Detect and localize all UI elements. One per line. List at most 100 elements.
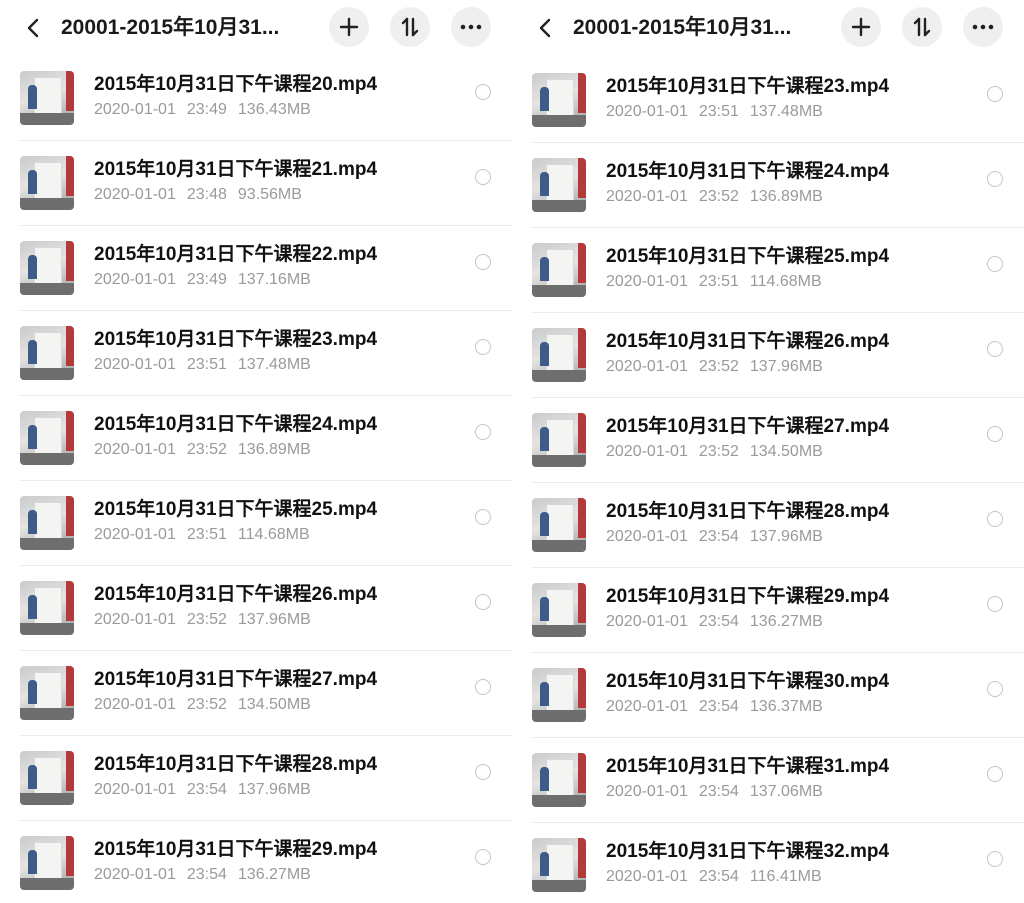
file-name: 2015年10月31日下午课程30.mp4: [606, 671, 890, 692]
thumbnail-audience: [532, 795, 586, 807]
file-list-item[interactable]: 2015年10月31日下午课程29.mp4 2020-01-01 23:54 136.…: [512, 568, 1024, 653]
file-list-item[interactable]: 2015年10月31日下午课程24.mp4 2020-01-01 23:52 136.…: [0, 396, 512, 481]
file-name: 2015年10月31日下午课程23.mp4: [606, 76, 890, 97]
thumbnail-presenter: [28, 255, 37, 279]
video-thumbnail: [532, 328, 586, 382]
file-list-item[interactable]: 2015年10月31日下午课程25.mp4 2020-01-01 23:51 114.…: [512, 228, 1024, 313]
radio-circle-icon[interactable]: [475, 339, 491, 355]
radio-circle-icon[interactable]: [987, 171, 1003, 187]
thumbnail-whiteboard: [546, 759, 574, 797]
radio-circle-icon[interactable]: [987, 851, 1003, 867]
file-list-item[interactable]: 2015年10月31日下午课程20.mp4 2020-01-01 23:49 136.…: [0, 56, 512, 141]
radio-circle-icon[interactable]: [475, 424, 491, 440]
thumbnail-presenter: [28, 680, 37, 704]
add-button[interactable]: [841, 7, 881, 47]
thumbnail-whiteboard: [546, 79, 574, 117]
file-time: 23:51: [698, 103, 739, 120]
radio-circle-icon[interactable]: [475, 84, 491, 100]
file-size: 136.37MB: [749, 698, 823, 715]
radio-circle-icon[interactable]: [475, 849, 491, 865]
thumbnail-audience: [532, 200, 586, 212]
radio-circle-icon[interactable]: [987, 86, 1003, 102]
file-list-item[interactable]: 2015年10月31日下午课程23.mp4 2020-01-01 23:51 137.…: [512, 58, 1024, 143]
thumbnail-audience: [20, 793, 74, 805]
thumbnail-presenter: [28, 170, 37, 194]
file-name: 2015年10月31日下午课程31.mp4: [606, 756, 890, 777]
radio-circle-icon[interactable]: [987, 766, 1003, 782]
radio-circle-icon[interactable]: [475, 764, 491, 780]
file-date: 2020-01-01: [606, 103, 688, 120]
file-list-item[interactable]: 2015年10月31日下午课程27.mp4 2020-01-01 23:52 134.…: [0, 651, 512, 736]
file-date: 2020-01-01: [606, 783, 688, 800]
radio-circle-icon[interactable]: [987, 426, 1003, 442]
file-meta: 2020-01-01 23:51 137.48MB: [94, 355, 311, 375]
file-meta: 2020-01-01 23:54 136.27MB: [94, 865, 311, 885]
thumbnail-audience: [20, 538, 74, 550]
thumbnail-audience: [20, 368, 74, 380]
radio-circle-icon[interactable]: [987, 596, 1003, 612]
more-horizontal-icon: [972, 24, 994, 30]
more-button[interactable]: [963, 7, 1003, 47]
file-date: 2020-01-01: [606, 868, 688, 885]
radio-circle-icon[interactable]: [475, 254, 491, 270]
file-list-item[interactable]: 2015年10月31日下午课程32.mp4 2020-01-01 23:54 116.…: [512, 823, 1024, 903]
add-button[interactable]: [329, 7, 369, 47]
file-meta: 2020-01-01 23:52 137.96MB: [94, 610, 311, 630]
file-list-item[interactable]: 2015年10月31日下午课程28.mp4 2020-01-01 23:54 137.…: [512, 483, 1024, 568]
back-button[interactable]: [532, 14, 560, 42]
radio-circle-icon[interactable]: [987, 341, 1003, 357]
video-thumbnail: [20, 241, 74, 295]
file-list-item[interactable]: 2015年10月31日下午课程23.mp4 2020-01-01 23:51 137.…: [0, 311, 512, 396]
thumbnail-audience: [20, 708, 74, 720]
thumbnail-whiteboard: [34, 77, 62, 115]
file-list-item[interactable]: 2015年10月31日下午课程28.mp4 2020-01-01 23:54 137.…: [0, 736, 512, 821]
file-list-item[interactable]: 2015年10月31日下午课程21.mp4 2020-01-01 23:48 93.5…: [0, 141, 512, 226]
radio-circle-icon[interactable]: [475, 509, 491, 525]
file-name: 2015年10月31日下午课程29.mp4: [94, 839, 378, 860]
radio-circle-icon[interactable]: [987, 681, 1003, 697]
sort-button[interactable]: [390, 7, 430, 47]
file-list-item[interactable]: 2015年10月31日下午课程31.mp4 2020-01-01 23:54 137.…: [512, 738, 1024, 823]
file-list-item[interactable]: 2015年10月31日下午课程25.mp4 2020-01-01 23:51 114.…: [0, 481, 512, 566]
thumbnail-whiteboard: [34, 417, 62, 455]
file-date: 2020-01-01: [94, 186, 176, 203]
back-button[interactable]: [20, 14, 48, 42]
video-thumbnail: [20, 326, 74, 380]
file-list-item[interactable]: 2015年10月31日下午课程24.mp4 2020-01-01 23:52 136.…: [512, 143, 1024, 228]
file-list-item[interactable]: 2015年10月31日下午课程26.mp4 2020-01-01 23:52 137.…: [512, 313, 1024, 398]
file-list-item[interactable]: 2015年10月31日下午课程27.mp4 2020-01-01 23:52 134.…: [512, 398, 1024, 483]
thumbnail-presenter: [28, 340, 37, 364]
radio-circle-icon[interactable]: [987, 511, 1003, 527]
file-meta: 2020-01-01 23:54 136.27MB: [606, 612, 823, 632]
file-date: 2020-01-01: [94, 526, 176, 543]
file-list-item[interactable]: 2015年10月31日下午课程26.mp4 2020-01-01 23:52 137.…: [0, 566, 512, 651]
radio-circle-icon[interactable]: [475, 169, 491, 185]
video-thumbnail: [532, 73, 586, 127]
file-date: 2020-01-01: [606, 698, 688, 715]
file-time: 23:49: [186, 101, 227, 118]
file-name: 2015年10月31日下午课程25.mp4: [94, 499, 378, 520]
file-list-item[interactable]: 2015年10月31日下午课程30.mp4 2020-01-01 23:54 136.…: [512, 653, 1024, 738]
radio-circle-icon[interactable]: [987, 256, 1003, 272]
more-button[interactable]: [451, 7, 491, 47]
file-time: 23:54: [186, 866, 227, 883]
file-time: 23:52: [698, 358, 739, 375]
thumbnail-audience: [532, 710, 586, 722]
plus-icon: [339, 17, 359, 37]
thumbnail-presenter: [540, 427, 549, 451]
thumbnail-audience: [532, 455, 586, 467]
file-meta: 2020-01-01 23:51 137.48MB: [606, 102, 823, 122]
thumbnail-audience: [532, 880, 586, 892]
folder-title: 20001-2015年10月31...: [573, 16, 792, 39]
thumbnail-curtain: [578, 158, 586, 198]
radio-circle-icon[interactable]: [475, 679, 491, 695]
file-list-item[interactable]: 2015年10月31日下午课程29.mp4 2020-01-01 23:54 136.…: [0, 821, 512, 903]
thumbnail-audience: [532, 625, 586, 637]
thumbnail-presenter: [28, 850, 37, 874]
radio-circle-icon[interactable]: [475, 594, 491, 610]
file-meta: 2020-01-01 23:52 134.50MB: [94, 695, 311, 715]
file-list-item[interactable]: 2015年10月31日下午课程22.mp4 2020-01-01 23:49 137.…: [0, 226, 512, 311]
thumbnail-whiteboard: [34, 842, 62, 880]
thumbnail-audience: [532, 115, 586, 127]
sort-button[interactable]: [902, 7, 942, 47]
